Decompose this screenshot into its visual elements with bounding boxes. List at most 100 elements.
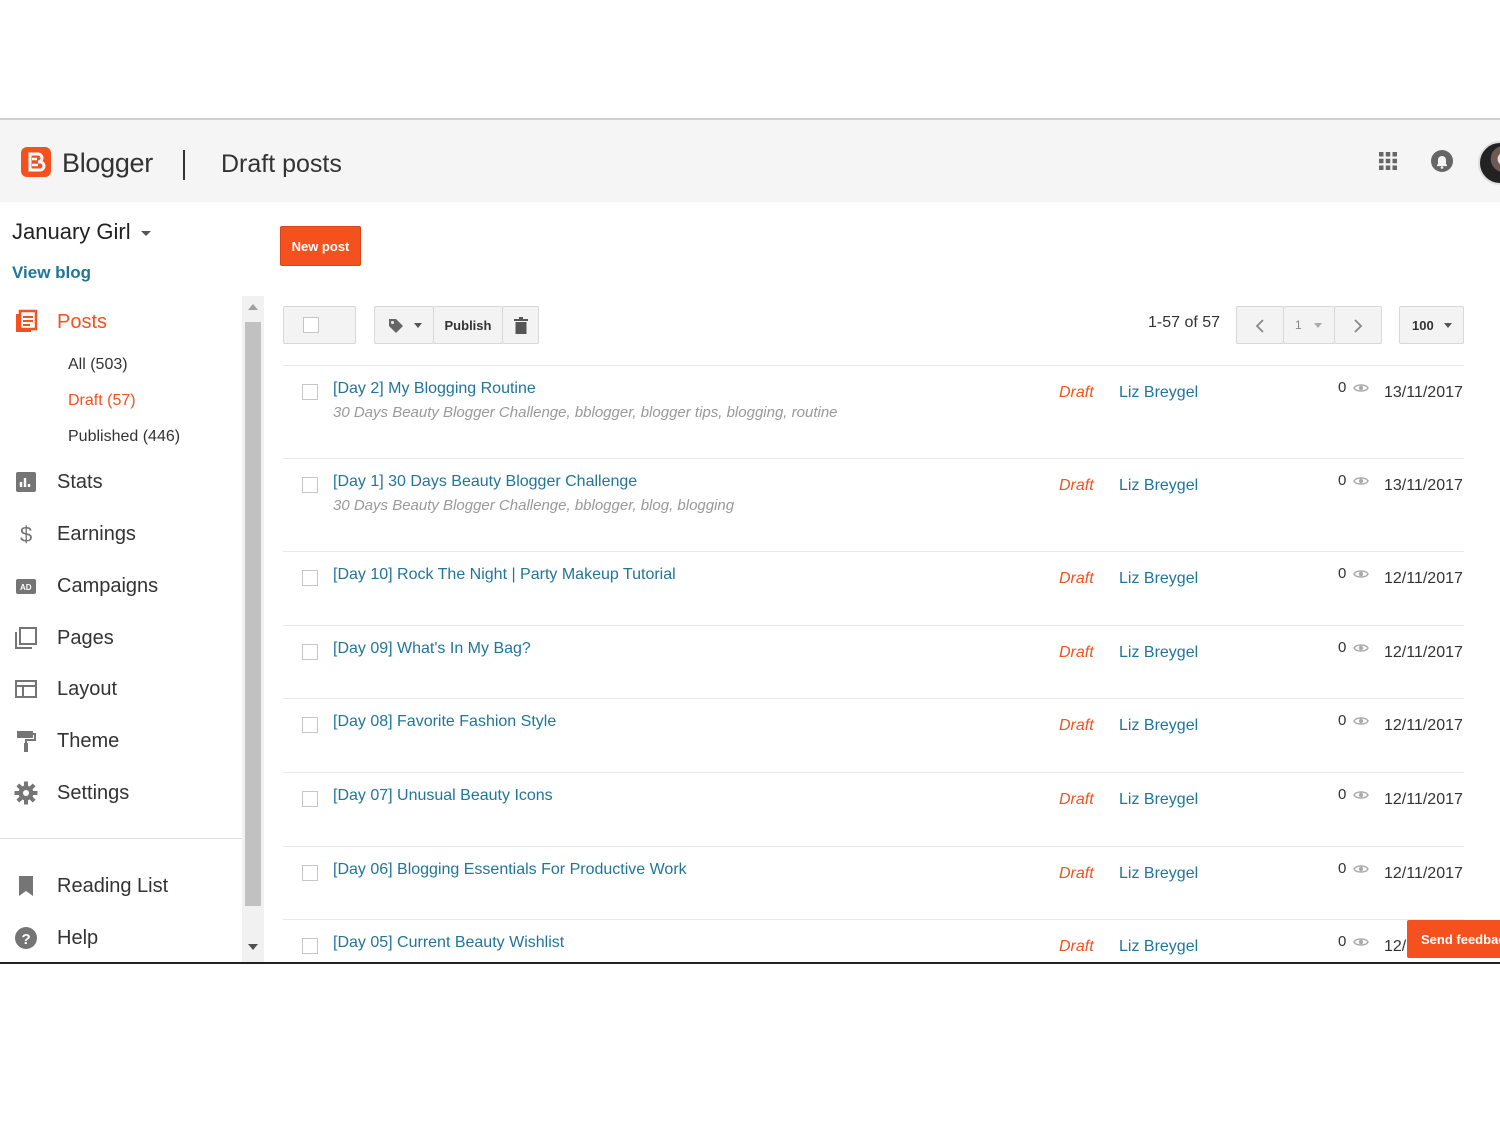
send-feedback-button[interactable]: Send feedback [1407, 920, 1500, 958]
row-checkbox[interactable] [302, 477, 318, 493]
sidebar-sub-draft[interactable]: Draft (57) [68, 392, 136, 410]
scroll-down-arrow-icon[interactable] [248, 944, 258, 950]
new-post-button[interactable]: New post [280, 226, 361, 266]
sidebar-sub-published[interactable]: Published (446) [68, 428, 180, 446]
label-dropdown-button[interactable] [374, 306, 434, 344]
view-count: 0 [1338, 933, 1347, 950]
table-row[interactable]: [Day 10] Rock The Night | Party Makeup T… [283, 552, 1464, 626]
table-row[interactable]: [Day 09] What's In My Bag? Draft Liz Breyg… [283, 626, 1464, 699]
post-title-link[interactable]: [Day 07] Unusual Beauty Icons [333, 787, 553, 805]
sidebar-item-layout[interactable]: Layout [0, 669, 242, 709]
sidebar-item-label: Earnings [57, 522, 136, 545]
sidebar-item-label: Settings [57, 781, 130, 804]
status-badge: Draft [1059, 938, 1094, 955]
avatar[interactable] [1478, 141, 1500, 185]
sidebar-divider [0, 838, 242, 839]
post-title-link[interactable]: [Day 09] What's In My Bag? [333, 640, 531, 658]
checkbox[interactable] [303, 317, 319, 333]
top-bar: Blogger Draft posts [0, 120, 1500, 202]
post-title-link[interactable]: [Day 10] Rock The Night | Party Makeup T… [333, 566, 676, 584]
row-checkbox[interactable] [302, 865, 318, 881]
scroll-thumb[interactable] [245, 322, 261, 906]
author-link[interactable]: Liz Breygel [1119, 384, 1198, 402]
author-link[interactable]: Liz Breygel [1119, 570, 1198, 588]
row-checkbox[interactable] [302, 644, 318, 660]
header-divider [183, 150, 185, 180]
scroll-up-arrow-icon[interactable] [248, 304, 258, 310]
sidebar-item-settings[interactable]: Settings [0, 773, 242, 813]
sidebar-item-stats[interactable]: Stats [0, 462, 242, 502]
post-date: 12/11/2017 [1384, 717, 1463, 734]
table-row[interactable]: [Day 08] Favorite Fashion Style Draft Liz … [283, 699, 1464, 773]
apps-grid-icon[interactable] [1378, 151, 1398, 171]
label-tag-icon [389, 319, 403, 333]
author-link[interactable]: Liz Breygel [1119, 477, 1198, 495]
status-badge: Draft [1059, 644, 1094, 661]
sidebar-item-label: Layout [57, 677, 118, 700]
post-title-link[interactable]: [Day 06] Blogging Essentials For Product… [333, 861, 687, 879]
post-title-link[interactable]: [Day 2] My Blogging Routine [333, 380, 536, 398]
sidebar: January Girl View blog Posts All (503) D… [0, 202, 242, 962]
sidebar-sub-all[interactable]: All (503) [68, 356, 128, 374]
posts-per-page-select[interactable]: 100 [1399, 306, 1464, 344]
eye-icon [1353, 717, 1369, 725]
bell-icon[interactable] [1430, 148, 1454, 174]
select-all-checkbox[interactable] [283, 306, 356, 344]
post-title-link[interactable]: [Day 05] Current Beauty Wishlist [333, 934, 564, 952]
gear-icon [14, 781, 38, 805]
table-row[interactable]: [Day 2] My Blogging Routine 30 Days Beaut… [283, 366, 1464, 459]
sidebar-item-label: Pages [57, 626, 114, 649]
post-labels[interactable]: 30 Days Beauty Blogger Challenge, bblogg… [333, 404, 838, 421]
view-count: 0 [1338, 639, 1347, 656]
svg-text:?: ? [22, 931, 31, 948]
author-link[interactable]: Liz Breygel [1119, 938, 1198, 956]
brand-name[interactable]: Blogger [62, 148, 153, 179]
delete-button[interactable] [502, 306, 539, 344]
sidebar-item-label: Stats [57, 470, 103, 493]
view-blog-link[interactable]: View blog [12, 263, 91, 283]
table-row[interactable]: [Day 07] Unusual Beauty Icons Draft Liz Br… [283, 773, 1464, 847]
post-date: 12/11/2017 [1384, 791, 1463, 808]
author-link[interactable]: Liz Breygel [1119, 791, 1198, 809]
post-labels[interactable]: 30 Days Beauty Blogger Challenge, bblogg… [333, 497, 734, 514]
page-number: 1 [1295, 318, 1302, 332]
sidebar-item-posts[interactable]: Posts [0, 302, 242, 342]
author-link[interactable]: Liz Breygel [1119, 717, 1198, 735]
post-date: 13/11/2017 [1384, 384, 1463, 401]
author-link[interactable]: Liz Breygel [1119, 865, 1198, 883]
dollar-icon: $ [20, 522, 32, 547]
status-badge: Draft [1059, 791, 1094, 808]
row-checkbox[interactable] [302, 717, 318, 733]
sidebar-item-earnings[interactable]: $ Earnings [0, 514, 242, 554]
previous-page-button[interactable] [1236, 306, 1284, 344]
page-number-select[interactable]: 1 [1283, 306, 1335, 344]
sidebar-item-label: Reading List [57, 874, 169, 897]
publish-button[interactable]: Publish [433, 306, 503, 344]
sidebar-item-help[interactable]: ? Help [0, 918, 242, 958]
next-page-button[interactable] [1334, 306, 1382, 344]
post-title-link[interactable]: [Day 08] Favorite Fashion Style [333, 713, 556, 731]
eye-icon [1353, 570, 1369, 578]
row-checkbox[interactable] [302, 791, 318, 807]
svg-text:AD: AD [20, 583, 32, 592]
sidebar-item-pages[interactable]: Pages [0, 618, 242, 658]
table-row[interactable]: [Day 05] Current Beauty Wishlist Draft Liz… [283, 920, 1464, 962]
view-count: 0 [1338, 565, 1347, 582]
blog-selector[interactable]: January Girl [12, 219, 151, 245]
blogger-logo-icon[interactable] [21, 147, 51, 177]
row-checkbox[interactable] [302, 570, 318, 586]
post-title-link[interactable]: [Day 1] 30 Days Beauty Blogger Challenge [333, 473, 637, 491]
sidebar-item-campaigns[interactable]: AD Campaigns [0, 566, 242, 606]
author-link[interactable]: Liz Breygel [1119, 644, 1198, 662]
table-row[interactable]: [Day 06] Blogging Essentials For Product… [283, 847, 1464, 920]
caret-down-icon [1444, 323, 1452, 328]
sidebar-item-reading-list[interactable]: Reading List [0, 866, 242, 906]
sidebar-item-theme[interactable]: Theme [0, 721, 242, 761]
sidebar-scrollbar[interactable] [242, 296, 264, 962]
table-row[interactable]: [Day 1] 30 Days Beauty Blogger Challenge… [283, 459, 1464, 552]
eye-icon [1353, 791, 1369, 799]
row-checkbox[interactable] [302, 384, 318, 400]
view-count: 0 [1338, 379, 1347, 396]
status-badge: Draft [1059, 477, 1094, 494]
row-checkbox[interactable] [302, 938, 318, 954]
